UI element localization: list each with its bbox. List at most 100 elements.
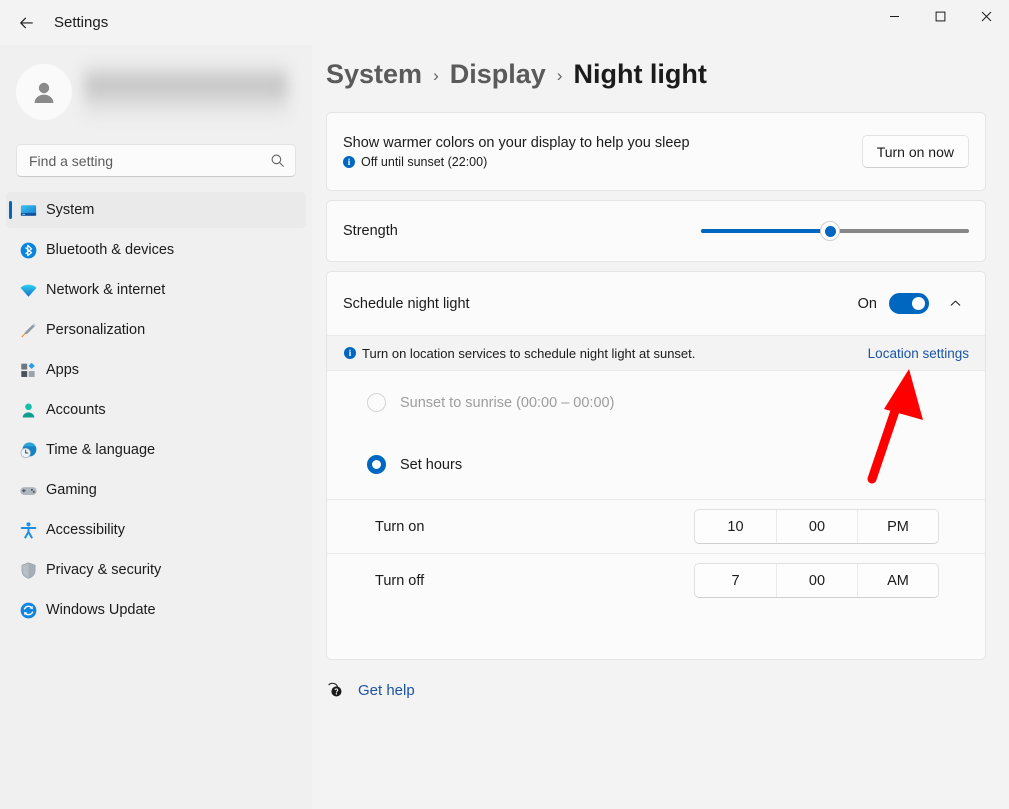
settings-window: Settings bbox=[0, 0, 1009, 809]
update-refresh-icon bbox=[18, 600, 38, 620]
night-light-status: i Off until sunset (22:00) bbox=[343, 155, 690, 169]
back-arrow-icon bbox=[18, 15, 35, 32]
turn-on-minute[interactable]: 00 bbox=[776, 510, 857, 543]
search-input[interactable] bbox=[29, 153, 270, 169]
turn-off-time-picker[interactable]: 7 00 AM bbox=[694, 563, 939, 598]
breadcrumb: System › Display › Night light bbox=[326, 59, 707, 90]
sidebar-item-apps[interactable]: Apps bbox=[6, 352, 306, 388]
schedule-controls: On bbox=[858, 290, 969, 318]
chevron-up-icon[interactable] bbox=[941, 290, 969, 318]
sidebar-item-system[interactable]: System bbox=[6, 192, 306, 228]
close-icon bbox=[981, 11, 992, 22]
back-button[interactable] bbox=[10, 7, 42, 39]
schedule-card: Schedule night light On i Turn bbox=[326, 271, 986, 660]
maximize-button[interactable] bbox=[917, 0, 963, 33]
wifi-icon bbox=[18, 280, 38, 300]
system-monitor-icon bbox=[18, 200, 38, 220]
user-avatar-icon bbox=[29, 77, 59, 107]
location-banner-text: i Turn on location services to schedule … bbox=[344, 346, 695, 361]
turn-on-period[interactable]: PM bbox=[857, 510, 938, 543]
account-tile[interactable] bbox=[16, 60, 296, 124]
account-name-redacted bbox=[84, 61, 288, 123]
sidebar-item-label: Network & internet bbox=[46, 282, 165, 298]
sidebar-item-label: Bluetooth & devices bbox=[46, 242, 174, 258]
page-title: Night light bbox=[573, 59, 706, 90]
radio-button-icon bbox=[367, 393, 386, 412]
strength-slider[interactable] bbox=[701, 221, 969, 241]
app-title: Settings bbox=[54, 0, 108, 45]
info-icon: i bbox=[344, 347, 356, 359]
schedule-label: Schedule night light bbox=[343, 296, 470, 312]
turn-on-hour[interactable]: 10 bbox=[695, 510, 776, 543]
turn-on-label: Turn on bbox=[375, 519, 424, 535]
clock-globe-icon bbox=[18, 440, 38, 460]
sidebar-item-bluetooth-devices[interactable]: Bluetooth & devices bbox=[6, 232, 306, 268]
sidebar-item-accessibility[interactable]: Accessibility bbox=[6, 512, 306, 548]
sidebar-item-windows-update[interactable]: Windows Update bbox=[6, 592, 306, 628]
sidebar-item-label: Accessibility bbox=[46, 522, 125, 538]
shield-icon bbox=[18, 560, 38, 580]
gamepad-icon bbox=[18, 480, 38, 500]
schedule-header-row: Schedule night light On bbox=[327, 272, 985, 335]
night-light-status-text: Show warmer colors on your display to he… bbox=[343, 135, 690, 169]
account-person-icon bbox=[18, 400, 38, 420]
sidebar-item-privacy-security[interactable]: Privacy & security bbox=[6, 552, 306, 588]
minimize-icon bbox=[889, 11, 900, 22]
location-services-banner: i Turn on location services to schedule … bbox=[327, 335, 985, 371]
turn-off-hour[interactable]: 7 bbox=[695, 564, 776, 597]
paintbrush-icon bbox=[18, 320, 38, 340]
turn-off-minute[interactable]: 00 bbox=[776, 564, 857, 597]
bluetooth-icon bbox=[18, 240, 38, 260]
sidebar-item-label: Personalization bbox=[46, 322, 145, 338]
sidebar-item-accounts[interactable]: Accounts bbox=[6, 392, 306, 428]
sidebar-item-label: Apps bbox=[46, 362, 79, 378]
radio-label: Set hours bbox=[400, 457, 462, 473]
breadcrumb-separator-icon: › bbox=[433, 66, 439, 86]
breadcrumb-display[interactable]: Display bbox=[450, 59, 546, 90]
slider-fill bbox=[701, 229, 830, 233]
breadcrumb-separator-icon: › bbox=[557, 66, 563, 86]
search-box[interactable] bbox=[16, 144, 296, 177]
radio-label: Sunset to sunrise (00:00 – 00:00) bbox=[400, 395, 614, 411]
get-help-label[interactable]: Get help bbox=[358, 682, 415, 699]
sidebar-item-label: System bbox=[46, 202, 94, 218]
minimize-button[interactable] bbox=[871, 0, 917, 33]
turn-off-time-row: Turn off 7 00 AM bbox=[327, 553, 985, 607]
get-help-link-row[interactable]: Get help bbox=[326, 681, 415, 699]
toggle-knob bbox=[912, 297, 925, 310]
sidebar-item-gaming[interactable]: Gaming bbox=[6, 472, 306, 508]
search-icon bbox=[270, 153, 285, 168]
sidebar-item-time-language[interactable]: Time & language bbox=[6, 432, 306, 468]
strength-label: Strength bbox=[343, 223, 398, 239]
avatar bbox=[16, 64, 72, 120]
close-button[interactable] bbox=[963, 0, 1009, 33]
help-question-icon bbox=[326, 681, 344, 699]
sidebar: System Bluetooth & devices bbox=[0, 45, 312, 809]
title-bar: Settings bbox=[0, 0, 1009, 45]
radio-set-hours[interactable]: Set hours bbox=[367, 455, 462, 474]
schedule-toggle-state: On bbox=[858, 296, 877, 312]
location-settings-link[interactable]: Location settings bbox=[868, 346, 969, 361]
radio-button-selected-icon bbox=[367, 455, 386, 474]
sidebar-item-label: Windows Update bbox=[46, 602, 156, 618]
sidebar-item-network-internet[interactable]: Network & internet bbox=[6, 272, 306, 308]
turn-on-now-button[interactable]: Turn on now bbox=[862, 135, 969, 168]
night-light-status-label: Off until sunset (22:00) bbox=[361, 155, 487, 169]
info-icon: i bbox=[343, 156, 355, 168]
turn-on-time-picker[interactable]: 10 00 PM bbox=[694, 509, 939, 544]
apps-grid-icon bbox=[18, 360, 38, 380]
sidebar-item-label: Time & language bbox=[46, 442, 155, 458]
turn-off-period[interactable]: AM bbox=[857, 564, 938, 597]
sidebar-nav: System Bluetooth & devices bbox=[6, 192, 306, 632]
breadcrumb-system[interactable]: System bbox=[326, 59, 422, 90]
sidebar-item-label: Accounts bbox=[46, 402, 106, 418]
night-light-status-card: Show warmer colors on your display to he… bbox=[326, 112, 986, 191]
content-pane: System › Display › Night light Show warm… bbox=[312, 45, 1009, 809]
location-banner-message: Turn on location services to schedule ni… bbox=[362, 346, 695, 361]
sidebar-item-personalization[interactable]: Personalization bbox=[6, 312, 306, 348]
radio-sunset-to-sunrise[interactable]: Sunset to sunrise (00:00 – 00:00) bbox=[367, 393, 614, 412]
maximize-icon bbox=[935, 11, 946, 22]
schedule-options: Sunset to sunrise (00:00 – 00:00) Set ho… bbox=[327, 371, 985, 499]
slider-thumb-icon[interactable] bbox=[820, 221, 840, 241]
schedule-toggle[interactable] bbox=[889, 293, 929, 314]
